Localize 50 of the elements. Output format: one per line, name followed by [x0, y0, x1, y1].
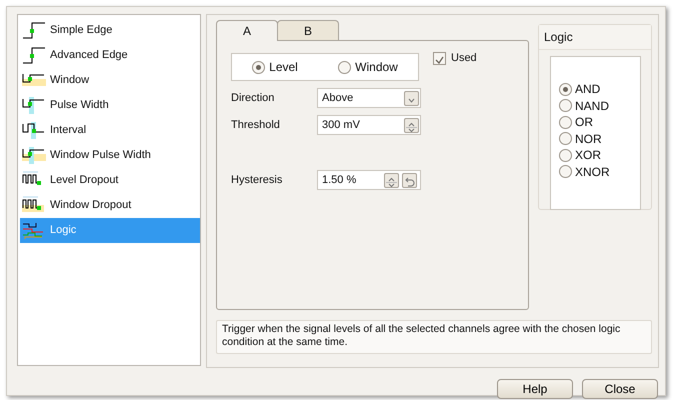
field-label: Direction — [231, 90, 276, 106]
list-item-label: Window Dropout — [50, 198, 132, 214]
waveform-icon — [22, 196, 46, 215]
radio-button[interactable]: NOR — [559, 130, 640, 147]
list-item[interactable]: Simple Edge — [20, 18, 200, 43]
checkbox[interactable] — [433, 52, 446, 65]
field-label: Hysteresis — [231, 172, 284, 188]
radio-button[interactable]: OR — [559, 114, 640, 130]
field-label: Threshold — [231, 118, 281, 133]
list-item-label: Interval — [50, 123, 86, 138]
caret-icon[interactable] — [404, 91, 419, 106]
radio-button[interactable]: NAND — [559, 98, 640, 114]
dropdown-field[interactable]: Above — [317, 88, 421, 108]
radio-button[interactable]: Window — [338, 58, 398, 76]
radio-button[interactable]: XNOR — [559, 164, 640, 180]
list-item-label: Logic — [50, 223, 76, 238]
spinner-icon[interactable] — [404, 118, 419, 133]
list-item[interactable]: Level Dropout — [20, 168, 200, 193]
list-item[interactable]: Window Dropout — [20, 193, 200, 218]
logic-signals-icon — [22, 221, 46, 240]
list-item[interactable]: Window — [20, 68, 200, 93]
waveform-icon — [22, 96, 46, 115]
list-item-label: Window Pulse Width — [50, 148, 151, 164]
waveform-icon — [22, 121, 46, 140]
list-item[interactable]: Window Pulse Width — [20, 143, 200, 168]
list-item[interactable]: Interval — [20, 118, 200, 143]
spin-field[interactable]: 300 mV — [317, 115, 421, 135]
radio-button[interactable]: AND — [559, 81, 640, 98]
list-item-label: Level Dropout — [50, 173, 118, 188]
spinner-icon[interactable] — [384, 173, 399, 188]
radio-button[interactable]: XOR — [559, 147, 640, 164]
help-button[interactable]: Help — [497, 379, 573, 399]
waveform-icon — [22, 46, 46, 65]
tab[interactable]: A — [216, 20, 278, 41]
waveform-icon — [22, 146, 46, 165]
tab[interactable]: B — [277, 20, 339, 40]
reset-icon[interactable] — [402, 173, 417, 188]
list-item-label: Pulse Width — [50, 98, 109, 114]
group-title: Logic — [539, 25, 651, 50]
spin-field[interactable]: 1.50 % — [317, 170, 421, 190]
radio-button[interactable]: Level — [252, 58, 298, 76]
waveform-icon — [22, 21, 46, 40]
list-item-label: Advanced Edge — [50, 48, 128, 64]
checkbox-label: Used — [451, 51, 477, 66]
list-item-label: Window — [50, 73, 90, 88]
list-item[interactable]: Pulse Width — [20, 93, 200, 118]
description-text: Trigger when the signal levels of all the selected channels agree with the chosen logic condition at the same time. — [216, 320, 652, 354]
list-item[interactable]: Advanced Edge — [20, 43, 200, 68]
close-button[interactable]: Close — [582, 379, 658, 399]
list-item-label: Simple Edge — [50, 23, 112, 38]
